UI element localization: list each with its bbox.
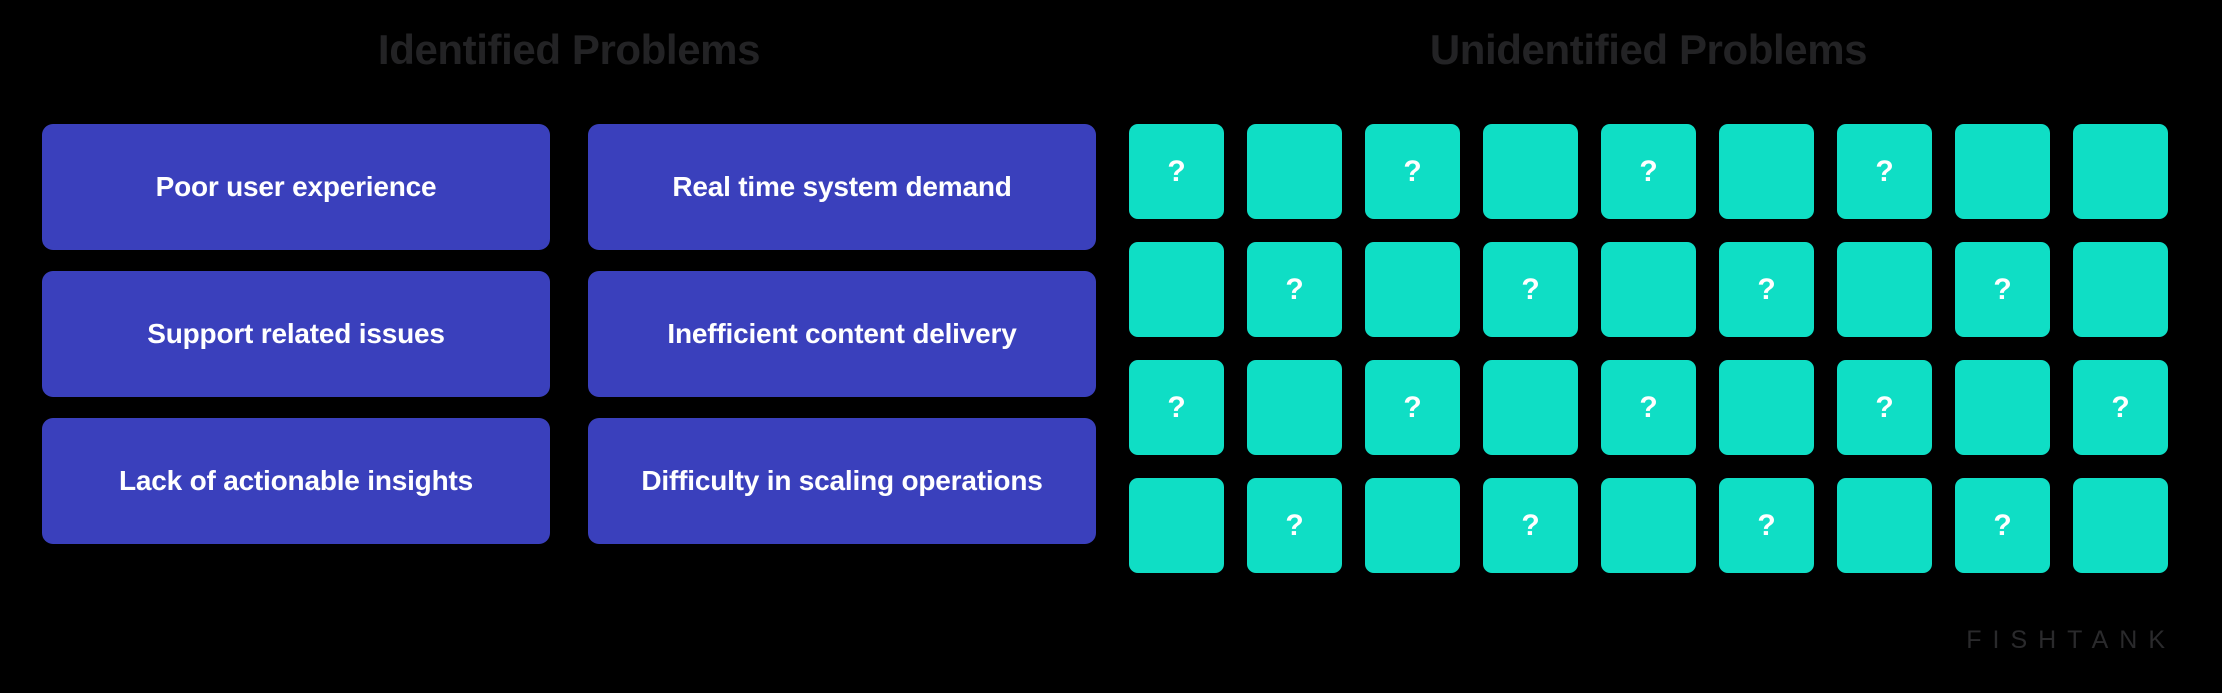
mystery-tile-marked[interactable]: ? [1719,478,1814,573]
question-mark-icon: ? [1521,272,1540,306]
mystery-tile-blank[interactable] [2073,242,2168,337]
question-mark-icon: ? [1639,390,1658,424]
mystery-tile-blank[interactable] [1601,242,1696,337]
mystery-tile-blank[interactable] [1837,478,1932,573]
mystery-tile-marked[interactable]: ? [1129,124,1224,219]
mystery-tile-blank[interactable] [1483,360,1578,455]
problem-card-label: Lack of actionable insights [118,464,473,496]
mystery-tile-blank[interactable] [1601,478,1696,573]
problem-card[interactable]: Lack of actionable insights [42,418,550,544]
mystery-tile-marked[interactable]: ? [1601,124,1696,219]
mystery-tile-blank[interactable] [1247,124,1342,219]
mystery-tile-marked[interactable]: ? [1837,124,1932,219]
mystery-tile-marked[interactable]: ? [1247,242,1342,337]
question-mark-icon: ? [1993,508,2012,542]
problem-card-label: Poor user experience [155,170,437,202]
problem-card[interactable]: Real time system demand [588,124,1096,250]
mystery-tile-marked[interactable]: ? [1483,478,1578,573]
mystery-tile-blank[interactable] [1719,360,1814,455]
question-mark-icon: ? [1757,272,1776,306]
mystery-tile-marked[interactable]: ? [1955,242,2050,337]
mystery-tile-blank[interactable] [1129,478,1224,573]
mystery-tile-marked[interactable]: ? [2073,360,2168,455]
unidentified-problems-grid: ????????????????? [1129,124,2168,573]
question-mark-icon: ? [1639,154,1658,188]
page-title-unidentified: Unidentified Problems [1429,26,1868,73]
problem-card-label: Real time system demand [672,170,1012,202]
mystery-tile-marked[interactable]: ? [1483,242,1578,337]
page-title-identified: Identified Problems [377,26,761,73]
mystery-tile-blank[interactable] [1365,478,1460,573]
question-mark-icon: ? [1403,154,1422,188]
problem-card[interactable]: Inefficient content delivery [588,271,1096,397]
mystery-tile-blank[interactable] [1483,124,1578,219]
mystery-tile-blank[interactable] [1247,360,1342,455]
mystery-tile-blank[interactable] [2073,478,2168,573]
mystery-tile-blank[interactable] [1955,124,2050,219]
brand-wordmark: FISHTANK [1966,626,2176,654]
question-mark-icon: ? [1875,390,1894,424]
mystery-tile-blank[interactable] [1365,242,1460,337]
problem-card[interactable]: Support related issues [42,271,550,397]
problem-card[interactable]: Difficulty in scaling operations [588,418,1096,544]
identified-problems-grid: Poor user experience Real time system dem… [42,124,1096,544]
question-mark-icon: ? [1521,508,1540,542]
mystery-tile-blank[interactable] [1719,124,1814,219]
mystery-tile-blank[interactable] [1837,242,1932,337]
mystery-tile-marked[interactable]: ? [1719,242,1814,337]
problem-card-label: Support related issues [147,317,445,349]
mystery-tile-blank[interactable] [1129,242,1224,337]
problem-card-label: Difficulty in scaling operations [641,464,1043,496]
mystery-tile-marked[interactable]: ? [1955,478,2050,573]
mystery-tile-blank[interactable] [2073,124,2168,219]
question-mark-icon: ? [1875,154,1894,188]
question-mark-icon: ? [2111,390,2130,424]
mystery-tile-marked[interactable]: ? [1247,478,1342,573]
mystery-tile-marked[interactable]: ? [1837,360,1932,455]
problem-card-label: Inefficient content delivery [667,317,1017,349]
problem-card[interactable]: Poor user experience [42,124,550,250]
mystery-tile-marked[interactable]: ? [1365,124,1460,219]
mystery-tile-marked[interactable]: ? [1601,360,1696,455]
question-mark-icon: ? [1167,390,1186,424]
question-mark-icon: ? [1167,154,1186,188]
question-mark-icon: ? [1993,272,2012,306]
mystery-tile-marked[interactable]: ? [1129,360,1224,455]
question-mark-icon: ? [1757,508,1776,542]
question-mark-icon: ? [1403,390,1422,424]
question-mark-icon: ? [1285,508,1304,542]
mystery-tile-blank[interactable] [1955,360,2050,455]
question-mark-icon: ? [1285,272,1304,306]
headings-row: Identified Problems Unidentified Problem… [0,0,2222,110]
mystery-tile-marked[interactable]: ? [1365,360,1460,455]
